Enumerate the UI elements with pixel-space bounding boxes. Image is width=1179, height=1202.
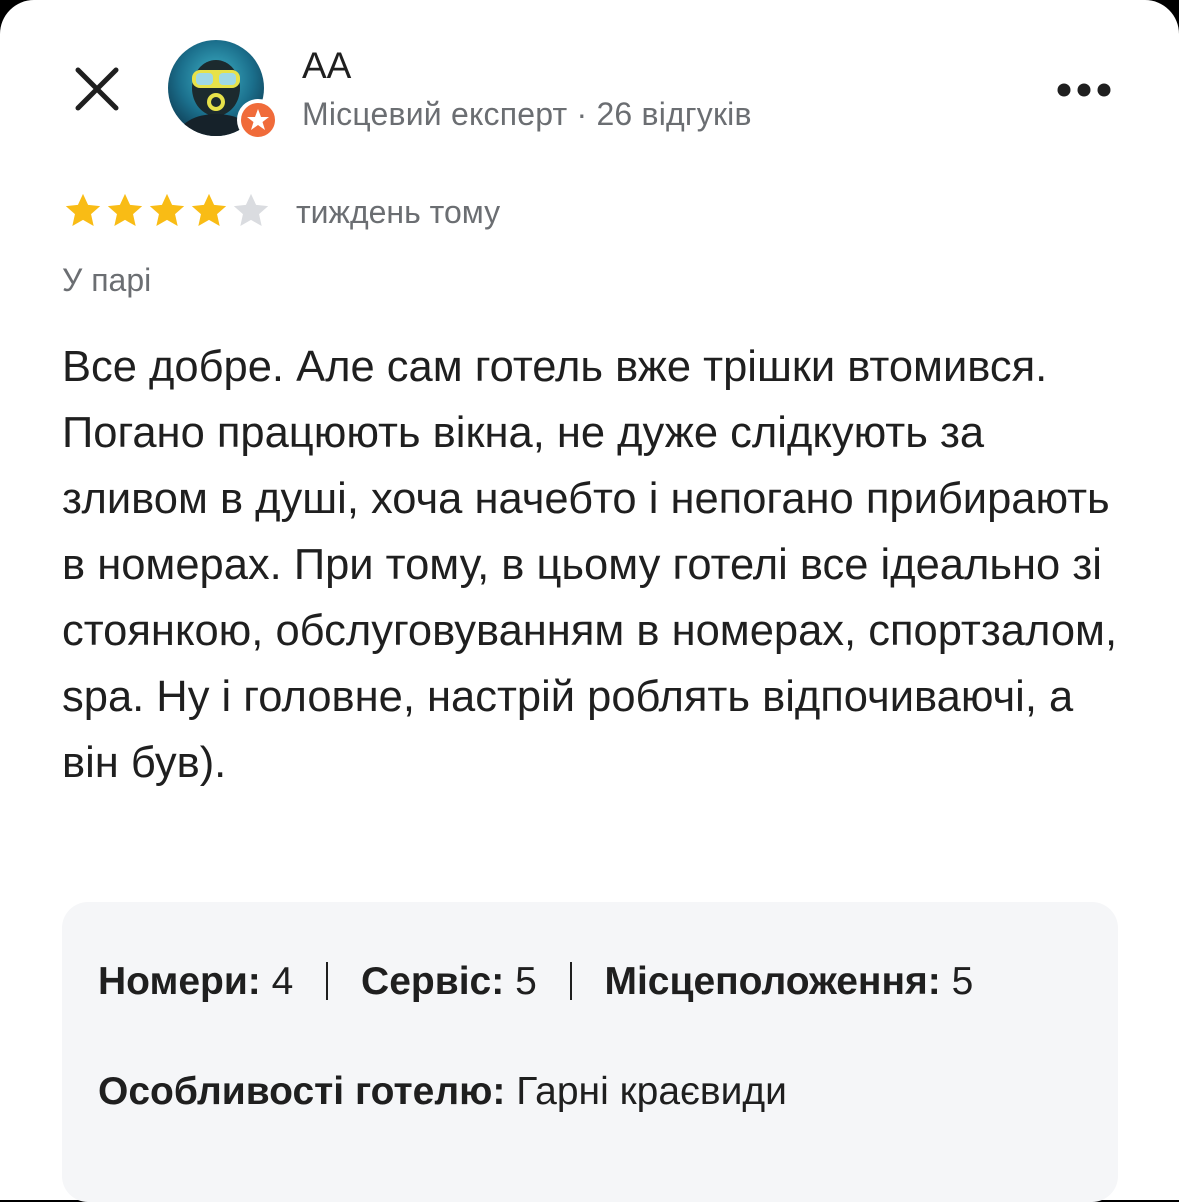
sub-ratings-card: Номери: 4 Сервіс: 5 Місцеположення: 5 Ос…: [62, 902, 1118, 1202]
divider: [569, 962, 572, 1000]
local-guide-star-icon: [237, 99, 279, 141]
author-meta: Місцевий експерт · 26 відгуків: [302, 96, 752, 132]
review-sheet: АА Місцевий експерт · 26 відгуків тижден…: [0, 0, 1179, 1202]
features-value: Гарні краєвиди: [516, 1070, 787, 1113]
local-guide-badge: [237, 99, 279, 141]
service-value: 5: [515, 960, 537, 1003]
location-value: 5: [951, 960, 974, 1003]
star-filled-icon: [104, 190, 146, 232]
review-time: тиждень тому: [296, 194, 501, 230]
star-empty-icon: [230, 190, 272, 232]
service-label: Сервіс:: [361, 960, 505, 1003]
rooms-value: 4: [271, 960, 294, 1003]
location-label: Місцеположення:: [604, 960, 941, 1003]
more-horizontal-icon: [1057, 83, 1111, 97]
rooms-label: Номери:: [98, 960, 261, 1003]
star-filled-icon: [62, 190, 104, 232]
more-options-button[interactable]: [1052, 70, 1116, 110]
sub-ratings-row: Номери: 4 Сервіс: 5 Місцеположення: 5: [98, 958, 973, 1006]
close-button[interactable]: [70, 62, 124, 116]
trip-type: У парі: [62, 262, 152, 298]
close-icon: [75, 67, 119, 111]
star-rating: [62, 190, 272, 232]
review-text: Все добре. Але сам готель вже трішки вто…: [62, 343, 1118, 787]
hotel-features-row: Особливості готелю: Гарні краєвиди: [98, 1068, 787, 1116]
star-filled-icon: [188, 190, 230, 232]
divider: [326, 962, 329, 1000]
author-name[interactable]: АА: [302, 44, 351, 88]
star-filled-icon: [146, 190, 188, 232]
features-label: Особливості готелю:: [98, 1070, 506, 1113]
